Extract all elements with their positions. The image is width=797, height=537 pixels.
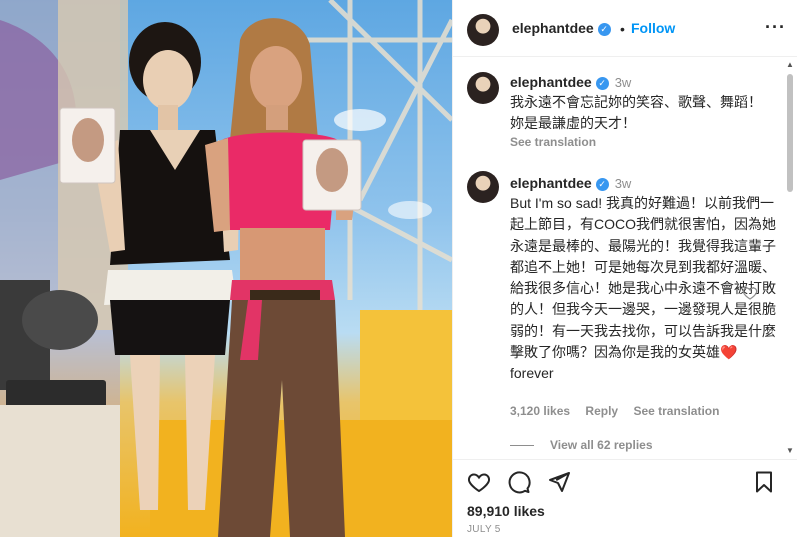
red-heart-emoji-icon: ❤️ <box>720 344 738 361</box>
separator-dot: • <box>620 21 625 37</box>
post-date[interactable]: JULY 5 <box>467 524 501 535</box>
scrollbar-thumb[interactable] <box>787 74 793 192</box>
comment-body-end: forever <box>510 365 554 382</box>
comment-time[interactable]: 3w <box>615 176 632 191</box>
comment-bubble-icon[interactable] <box>507 470 531 494</box>
scroll-down-arrow-icon[interactable]: ▼ <box>786 446 794 455</box>
like-comment-heart-icon[interactable] <box>742 285 758 301</box>
more-options-icon[interactable]: ··· <box>765 17 786 38</box>
view-replies-link[interactable]: View all 62 replies <box>510 438 653 452</box>
comment-username[interactable]: elephantdee <box>510 175 592 191</box>
comment-username[interactable]: elephantdee <box>510 74 592 90</box>
post-photo[interactable] <box>0 0 452 537</box>
header-username[interactable]: elephantdee <box>512 20 594 36</box>
comment-username-row: elephantdee ✓ 3w <box>510 74 631 90</box>
post-likes-count[interactable]: 89,910 likes <box>467 503 545 519</box>
comment-likes[interactable]: 3,120 likes <box>510 404 570 418</box>
avatar[interactable] <box>467 14 499 46</box>
avatar[interactable] <box>467 72 499 104</box>
comment-meta: 3,120 likes Reply See translation <box>510 404 731 418</box>
comment-text: But I'm so sad! 我真的好難過！以前我們一起上節目，有COCO我們… <box>510 193 778 385</box>
post-actions: 89,910 likes JULY 5 <box>453 459 797 537</box>
see-translation-link[interactable]: See translation <box>510 135 596 149</box>
follow-button[interactable]: Follow <box>631 20 675 36</box>
post-sidebar: elephantdee ✓ • Follow ··· elephantdee ✓ 3w… <box>452 0 797 537</box>
avatar[interactable] <box>467 171 499 203</box>
comment-username-row: elephantdee ✓ 3w <box>510 175 631 191</box>
like-heart-icon[interactable] <box>467 470 491 494</box>
view-replies-label[interactable]: View all 62 replies <box>550 438 653 452</box>
save-bookmark-icon[interactable] <box>752 470 776 494</box>
view-replies-line <box>510 445 534 447</box>
share-paper-plane-icon[interactable] <box>547 470 571 494</box>
comment-time[interactable]: 3w <box>615 75 632 90</box>
scroll-up-arrow-icon[interactable]: ▲ <box>786 60 794 69</box>
post-header: elephantdee ✓ • Follow ··· <box>453 0 797 57</box>
comments-scrollbar[interactable]: ▲ ▼ <box>785 60 795 455</box>
comment-body: But I'm so sad! 我真的好難過！以前我們一起上節目，有COCO我們… <box>510 195 776 361</box>
verified-badge-icon: ✓ <box>595 178 609 191</box>
verified-badge-icon: ✓ <box>595 77 609 90</box>
photo-illustration <box>0 0 452 537</box>
reply-button[interactable]: Reply <box>585 404 618 418</box>
comment-text: 我永遠不會忘記妳的笑容、歌聲、舞蹈！妳是最謙虛的天才！ <box>510 94 762 131</box>
verified-badge-icon: ✓ <box>597 23 611 36</box>
see-translation-link[interactable]: See translation <box>633 404 719 418</box>
header-username-link[interactable]: elephantdee ✓ <box>512 20 611 36</box>
